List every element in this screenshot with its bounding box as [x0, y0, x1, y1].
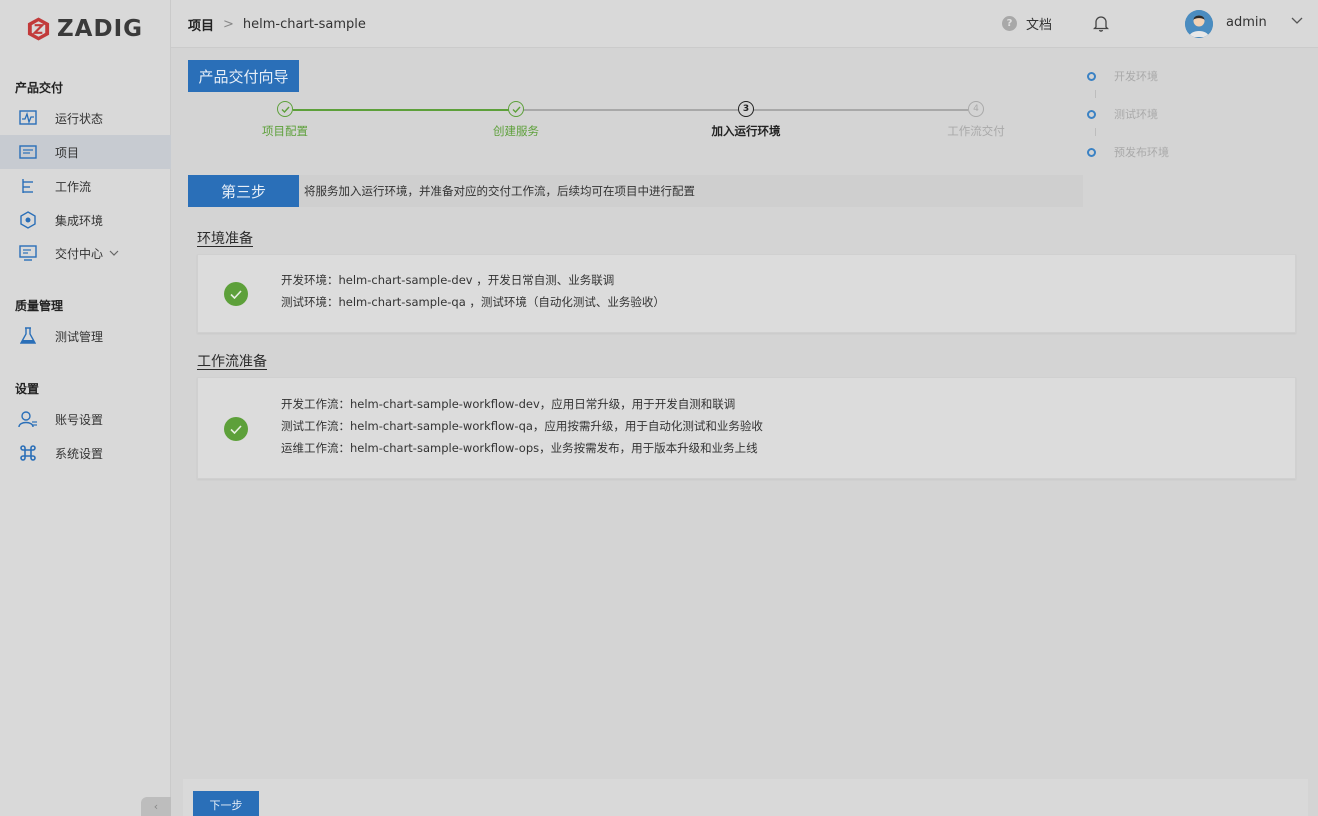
env-step-label: 开发环境 — [1114, 70, 1158, 83]
folder-list-icon — [18, 143, 38, 161]
step-dot — [1087, 147, 1096, 157]
step-description: 将服务加入运行环境，并准备对应的交付工作流，后续均可在项目中进行配置 — [304, 184, 695, 198]
breadcrumb: 项目 > helm-chart-sample — [188, 15, 366, 34]
avatar[interactable] — [1185, 10, 1213, 38]
env-step-label: 预发布环境 — [1114, 146, 1169, 159]
check-icon — [277, 101, 293, 117]
logo-text: ZADIG — [57, 16, 144, 42]
flask-icon — [18, 327, 38, 345]
step-connector — [1095, 128, 1096, 136]
sidebar-item-workflow[interactable]: 工作流 — [0, 169, 171, 203]
delivery-screen-icon — [18, 244, 38, 262]
env-step-label: 测试环境 — [1114, 108, 1158, 121]
workflow-section-title: 工作流准备 — [197, 354, 267, 370]
env-step-dev: 开发环境 — [1087, 68, 1158, 84]
username[interactable]: admin — [1226, 15, 1267, 30]
workflow-line-qa: 测试工作流：helm-chart-sample-workflow-qa，应用按需… — [281, 419, 763, 433]
step-label: 项目配置 — [262, 124, 308, 138]
sidebar-item-label: 账号设置 — [55, 412, 104, 427]
docs-link[interactable]: ? 文档 — [1002, 14, 1052, 33]
zadig-logo-icon — [27, 17, 50, 41]
sidebar-item-label: 集成环境 — [55, 213, 104, 228]
check-circle-icon — [224, 282, 248, 306]
nav-group-title: 质量管理 — [15, 299, 64, 313]
workflow-line-dev: 开发工作流：helm-chart-sample-workflow-dev，应用日… — [281, 397, 736, 411]
breadcrumb-root[interactable]: 项目 — [188, 15, 214, 34]
sidebar-item-project[interactable]: 项目 — [0, 135, 171, 169]
sidebar-item-account-settings[interactable]: 账号设置 — [0, 402, 171, 436]
env-card: 开发环境：helm-chart-sample-dev ，开发日常自测、业务联调 … — [197, 254, 1296, 333]
env-lines: 开发环境：helm-chart-sample-dev ，开发日常自测、业务联调 … — [281, 269, 665, 313]
sidebar-item-delivery[interactable]: 交付中心 — [0, 236, 171, 270]
step-join-environment: 3 加入运行环境 — [686, 101, 806, 139]
step-connector — [1095, 90, 1096, 98]
sidebar-item-status[interactable]: 运行状态 — [0, 101, 171, 135]
workflow-tree-icon — [18, 177, 38, 195]
breadcrumb-current: helm-chart-sample — [242, 17, 366, 32]
sidebar-item-label: 运行状态 — [55, 111, 104, 126]
sidebar-item-system-settings[interactable]: 系统设置 — [0, 436, 171, 470]
env-step-test: 测试环境 — [1087, 106, 1158, 122]
footer-bar: 下一步 — [183, 779, 1308, 816]
sidebar-item-label: 测试管理 — [55, 329, 104, 344]
check-icon — [508, 101, 524, 117]
nav-group-title: 产品交付 — [15, 81, 64, 95]
breadcrumb-separator: > — [223, 17, 234, 32]
workflow-line-ops: 运维工作流：helm-chart-sample-workflow-ops，业务按… — [281, 441, 758, 455]
step-create-service: 创建服务 — [456, 101, 576, 139]
env-step-staging: 预发布环境 — [1087, 144, 1169, 160]
chevron-down-icon[interactable] — [1291, 17, 1303, 25]
top-header: 项目 > helm-chart-sample ? 文档 admin — [171, 0, 1318, 48]
monitor-pulse-icon — [18, 109, 38, 127]
chevron-left-icon: ‹ — [153, 800, 159, 813]
sidebar: ZADIG 产品交付 运行状态 项目 工作流 集成环境 交付中心 质量管理 测试… — [0, 0, 171, 816]
sidebar-item-label: 工作流 — [55, 179, 92, 194]
env-line-test: 测试环境：helm-chart-sample-qa ，测试环境（自动化测试、业务… — [281, 295, 665, 309]
sidebar-item-label: 项目 — [55, 145, 80, 160]
step-number: 3 — [738, 101, 754, 117]
next-step-button[interactable]: 下一步 — [193, 791, 259, 816]
env-line-dev: 开发环境：helm-chart-sample-dev ，开发日常自测、业务联调 — [281, 273, 615, 287]
step-dot — [1087, 109, 1096, 119]
step-three-tag: 第三步 — [188, 175, 299, 207]
nav-group-title: 设置 — [15, 382, 40, 396]
step-dot — [1087, 71, 1096, 81]
sidebar-item-label: 系统设置 — [55, 446, 104, 461]
logo[interactable]: ZADIG — [26, 14, 143, 44]
sidebar-item-environments[interactable]: 集成环境 — [0, 203, 171, 237]
chevron-down-icon — [109, 250, 119, 256]
sidebar-item-test-management[interactable]: 测试管理 — [0, 319, 171, 353]
env-section-title: 环境准备 — [197, 231, 253, 247]
cube-network-icon — [18, 211, 38, 229]
workflow-card: 开发工作流：helm-chart-sample-workflow-dev，应用日… — [197, 377, 1296, 479]
guide-title: 产品交付向导 — [188, 60, 299, 92]
docs-label: 文档 — [1026, 18, 1053, 33]
step-project-config: 项目配置 — [225, 101, 345, 139]
check-circle-icon — [224, 417, 248, 441]
step-number: 4 — [968, 101, 984, 117]
step-banner: 第三步 将服务加入运行环境，并准备对应的交付工作流，后续均可在项目中进行配置 — [188, 175, 1083, 207]
step-label: 加入运行环境 — [711, 124, 781, 138]
command-icon — [18, 444, 38, 462]
bell-icon[interactable] — [1093, 15, 1109, 32]
sidebar-item-label: 交付中心 — [55, 246, 104, 261]
step-label: 工作流交付 — [947, 124, 1005, 138]
help-icon: ? — [1002, 16, 1017, 31]
user-settings-icon — [18, 410, 38, 428]
step-label: 创建服务 — [493, 124, 539, 138]
guide-steps: 项目配置 创建服务 3 加入运行环境 4 工作流交付 — [188, 95, 1088, 145]
step-workflow-delivery: 4 工作流交付 — [916, 101, 1036, 139]
workflow-lines: 开发工作流：helm-chart-sample-workflow-dev，应用日… — [281, 393, 763, 459]
sidebar-collapse-button[interactable]: ‹ — [141, 797, 171, 816]
